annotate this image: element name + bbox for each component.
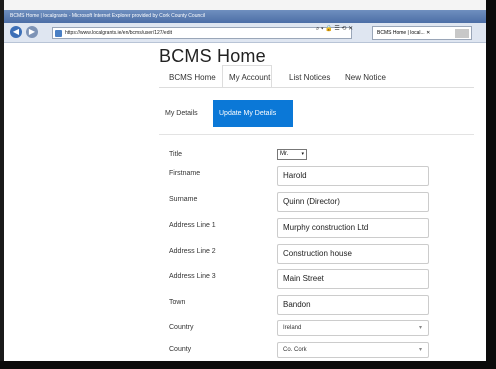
title-select[interactable]: Mr. ▾ xyxy=(277,149,307,160)
site-favicon-icon xyxy=(55,30,62,37)
address2-field[interactable]: Construction house xyxy=(277,244,429,264)
town-row: Town Bandon xyxy=(169,295,469,315)
address2-label: Address Line 2 xyxy=(169,248,216,255)
nav-item-my-account[interactable]: My Account xyxy=(229,73,270,82)
address1-label: Address Line 1 xyxy=(169,222,216,229)
address3-field[interactable]: Main Street xyxy=(277,269,429,289)
chevron-down-icon: ▾ xyxy=(418,325,422,331)
address3-label: Address Line 3 xyxy=(169,273,216,280)
section-divider xyxy=(159,134,474,135)
chevron-down-icon: ▾ xyxy=(418,347,422,353)
county-select[interactable]: Co. Cork ▾ xyxy=(277,342,429,358)
browser-window: BCMS Home | localgrants - Microsoft Inte… xyxy=(0,0,496,369)
back-button[interactable]: ◀ xyxy=(10,26,22,38)
nav-item-list-notices[interactable]: List Notices xyxy=(289,73,330,82)
surname-label: Surname xyxy=(169,196,198,203)
country-label: Country xyxy=(169,324,194,331)
screen-border-bottom xyxy=(0,361,496,369)
browser-tab[interactable]: BCMS Home | local... ✕ xyxy=(372,26,472,40)
title-row: Title Mr. ▾ xyxy=(169,147,469,167)
county-row: County Co. Cork ▾ xyxy=(169,342,469,362)
address2-row: Address Line 2 Construction house xyxy=(169,244,469,264)
title-label: Title xyxy=(169,151,182,158)
nav-item-bcms-home[interactable]: BCMS Home xyxy=(169,73,216,82)
address-bar[interactable]: https://www.localgrants.ie/en/bcms/user/… xyxy=(52,27,352,39)
window-title: BCMS Home | localgrants - Microsoft Inte… xyxy=(10,13,205,19)
site-brand[interactable]: BCMS Home xyxy=(159,46,266,67)
nav-item-new-notice[interactable]: New Notice xyxy=(345,73,386,82)
tab-title: BCMS Home | local... ✕ xyxy=(377,30,431,36)
address1-field[interactable]: Murphy construction Ltd xyxy=(277,218,429,238)
firstname-field[interactable]: Harold xyxy=(277,166,429,186)
address-bar-icons[interactable]: ⌕ ▾ 🔒 ☰ ⟲ ✕ xyxy=(316,25,353,33)
back-arrow-icon: ◀ xyxy=(12,27,20,36)
screen-border-right xyxy=(486,0,496,369)
country-select[interactable]: Ireland ▾ xyxy=(277,320,429,336)
forward-arrow-icon: ▶ xyxy=(28,27,36,36)
county-label: County xyxy=(169,346,192,353)
forward-button[interactable]: ▶ xyxy=(26,26,38,38)
window-titlebar: BCMS Home | localgrants - Microsoft Inte… xyxy=(4,10,486,23)
page-content: BCMS Home BCMS Home My Account List Noti… xyxy=(4,43,486,361)
firstname-label: Firstname xyxy=(169,170,201,177)
town-field[interactable]: Bandon xyxy=(277,295,429,315)
address-text: https://www.localgrants.ie/en/bcms/user/… xyxy=(65,30,172,36)
firstname-row: Firstname Harold xyxy=(169,166,469,186)
town-label: Town xyxy=(169,299,186,306)
surname-field[interactable]: Quinn (Director) xyxy=(277,192,429,212)
surname-row: Surname Quinn (Director) xyxy=(169,192,469,212)
country-row: Country Ireland ▾ xyxy=(169,320,469,340)
tab-thumbnail-icon xyxy=(455,29,469,38)
my-details-link[interactable]: My Details xyxy=(159,100,214,127)
address1-row: Address Line 1 Murphy construction Ltd xyxy=(169,218,469,238)
address3-row: Address Line 3 Main Street xyxy=(169,269,469,289)
browser-toolbar: ◀ ▶ https://www.localgrants.ie/en/bcms/u… xyxy=(4,23,486,43)
chevron-down-icon: ▾ xyxy=(301,151,304,157)
nav-underline xyxy=(159,87,474,88)
update-my-details-button[interactable]: Update My Details xyxy=(213,100,293,127)
